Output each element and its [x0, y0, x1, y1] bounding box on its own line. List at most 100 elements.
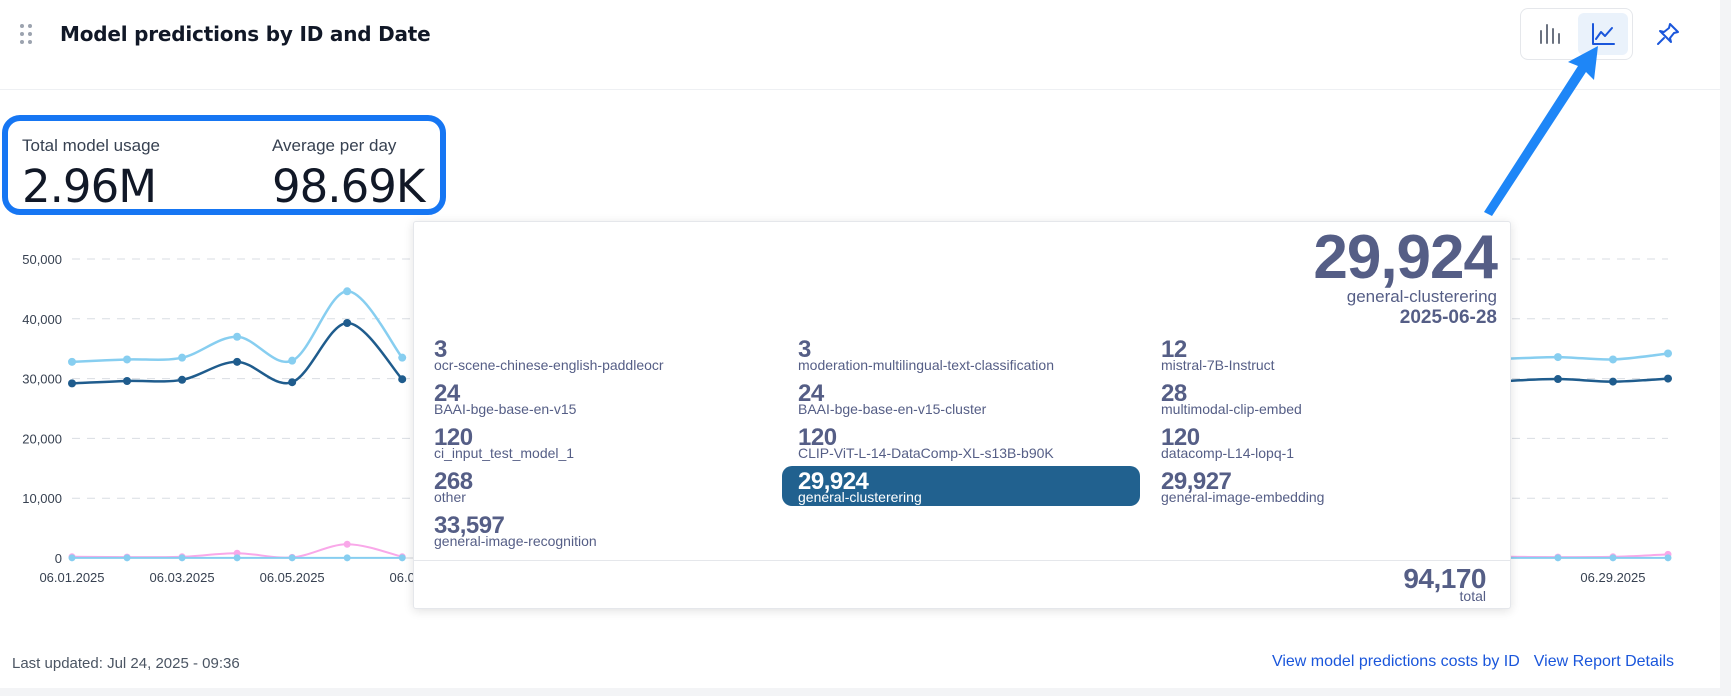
x-tick-label: 06.03.2025 — [150, 570, 215, 585]
pin-button[interactable] — [1648, 14, 1688, 54]
footer-links: View model predictions costs by ID View … — [1272, 653, 1674, 671]
x-tick-label: 06.29.2025 — [1580, 570, 1645, 585]
tooltip-item: 24 BAAI-bge-base-en-v15-cluster — [782, 378, 1140, 418]
y-tick-label: 30,000 — [22, 372, 62, 387]
tooltip-item: 120 ci_input_test_model_1 — [418, 422, 776, 462]
data-point — [1608, 377, 1617, 386]
data-point — [1664, 374, 1672, 383]
data-point — [233, 554, 241, 562]
tooltip-item-name: other — [434, 489, 466, 505]
kpi-average-label: Average per day — [272, 136, 397, 155]
data-point — [1553, 375, 1562, 384]
data-point — [233, 357, 242, 366]
tooltip-item: 3 ocr-scene-chinese-english-paddleocr — [418, 334, 776, 374]
report-card: Model predictions by ID and Date Total m… — [0, 0, 1720, 688]
right-gutter — [1720, 0, 1731, 696]
data-point — [123, 376, 132, 385]
last-updated-text: Last updated: Jul 24, 2025 - 09:36 — [12, 655, 240, 672]
data-point — [398, 353, 407, 362]
tooltip-item: 28 multimodal-clip-embed — [1145, 378, 1503, 418]
bar-chart-icon — [1540, 24, 1560, 44]
kpi-total: Total model usage 2.96M — [22, 136, 160, 213]
tooltip-item: 3 moderation-multilingual-text-classifica… — [782, 334, 1140, 374]
line-chart-view-button[interactable] — [1578, 13, 1628, 55]
view-costs-link[interactable]: View model predictions costs by ID — [1272, 653, 1520, 671]
tooltip-item: 33,597 general-image-recognition — [418, 510, 776, 550]
data-point — [288, 554, 296, 562]
tooltip-item-name: moderation-multilingual-text-classificat… — [798, 357, 1054, 373]
data-point — [398, 554, 406, 562]
tooltip-header: 29,924 general-clusterering 2025-06-28 — [1313, 223, 1498, 330]
data-point — [1554, 554, 1562, 562]
tooltip-total: 94,170 total — [1403, 565, 1486, 604]
data-point — [1609, 554, 1617, 562]
data-point — [1608, 355, 1617, 364]
bar-chart-view-button[interactable] — [1525, 13, 1575, 55]
data-point — [178, 353, 187, 362]
tooltip-item-name: CLIP-ViT-L-14-DataComp-XL-s13B-b90K — [798, 445, 1054, 461]
data-point — [1664, 349, 1672, 358]
tooltip-item-name: general-image-recognition — [434, 533, 597, 549]
tooltip-item-name: BAAI-bge-base-en-v15 — [434, 401, 577, 417]
x-tick-label: 06.05.2025 — [260, 570, 325, 585]
tooltip-item-name: datacomp-L14-lopq-1 — [1161, 445, 1295, 461]
data-point — [68, 357, 76, 366]
data-point — [343, 287, 352, 296]
tooltip-item-name: ci_input_test_model_1 — [434, 445, 575, 461]
kpi-average-value: 98.69K — [272, 160, 425, 213]
tooltip-divider — [414, 560, 1510, 561]
page-title: Model predictions by ID and Date — [60, 22, 431, 46]
tooltip-item-name: mistral-7B-Instruct — [1161, 357, 1275, 373]
view-toggle — [1520, 8, 1633, 60]
data-point — [178, 554, 186, 562]
data-point — [343, 554, 351, 562]
view-report-details-link[interactable]: View Report Details — [1534, 653, 1674, 671]
card-header: Model predictions by ID and Date — [0, 0, 1720, 90]
y-tick-label: 10,000 — [22, 491, 62, 506]
data-point — [68, 554, 76, 562]
x-tick-label: 06.01.2025 — [39, 570, 104, 585]
tooltip-item: 268 other — [418, 466, 776, 506]
tooltip-value: 29,924 — [1313, 223, 1498, 292]
tooltip-item: 24 BAAI-bge-base-en-v15 — [418, 378, 776, 418]
tooltip-item-name: general-image-embedding — [1161, 489, 1325, 505]
y-tick-label: 50,000 — [22, 252, 62, 267]
data-point — [1553, 353, 1562, 362]
drag-handle-icon[interactable] — [20, 24, 32, 44]
kpi-average: Average per day 98.69K — [272, 136, 425, 213]
tooltip-date: 2025-06-28 — [1399, 307, 1497, 328]
data-point — [288, 378, 297, 387]
pin-icon — [1657, 23, 1679, 45]
tooltip-item: 120 datacomp-L14-lopq-1 — [1145, 422, 1503, 462]
data-point — [68, 379, 76, 388]
series-line — [71, 290, 404, 364]
y-tick-label: 0 — [55, 551, 62, 566]
y-tick-label: 20,000 — [22, 431, 62, 446]
x-tick-label: 06.0 — [390, 570, 415, 585]
y-tick-label: 40,000 — [22, 312, 62, 327]
tooltip-item: 29,924 general-clusterering — [782, 466, 1140, 506]
tooltip-item-name: general-clusterering — [798, 489, 922, 505]
data-point — [123, 554, 131, 562]
kpi-total-label: Total model usage — [22, 136, 160, 155]
data-point — [178, 375, 187, 384]
tooltip-item: 120 CLIP-ViT-L-14-DataComp-XL-s13B-b90K — [782, 422, 1140, 462]
data-point — [233, 332, 242, 341]
bottom-gutter — [0, 688, 1731, 696]
tooltip-item-name: ocr-scene-chinese-english-paddleocr — [434, 357, 664, 373]
data-point — [1664, 554, 1672, 562]
chart-tooltip: 29,924 general-clusterering 2025-06-28 3… — [413, 221, 1511, 609]
data-point — [123, 355, 132, 364]
tooltip-item-name: multimodal-clip-embed — [1161, 401, 1302, 417]
kpi-summary: Total model usage 2.96M Average per day … — [2, 115, 446, 215]
line-chart-icon — [1592, 23, 1615, 45]
tooltip-item-name: BAAI-bge-base-en-v15-cluster — [798, 401, 987, 417]
data-point — [343, 540, 351, 548]
data-point — [343, 318, 352, 327]
series-line — [71, 321, 404, 385]
data-point — [398, 375, 407, 384]
kpi-total-value: 2.96M — [22, 160, 157, 213]
tooltip-item: 12 mistral-7B-Instruct — [1145, 334, 1503, 374]
tooltip-item: 29,927 general-image-embedding — [1145, 466, 1503, 506]
data-point — [288, 356, 297, 365]
